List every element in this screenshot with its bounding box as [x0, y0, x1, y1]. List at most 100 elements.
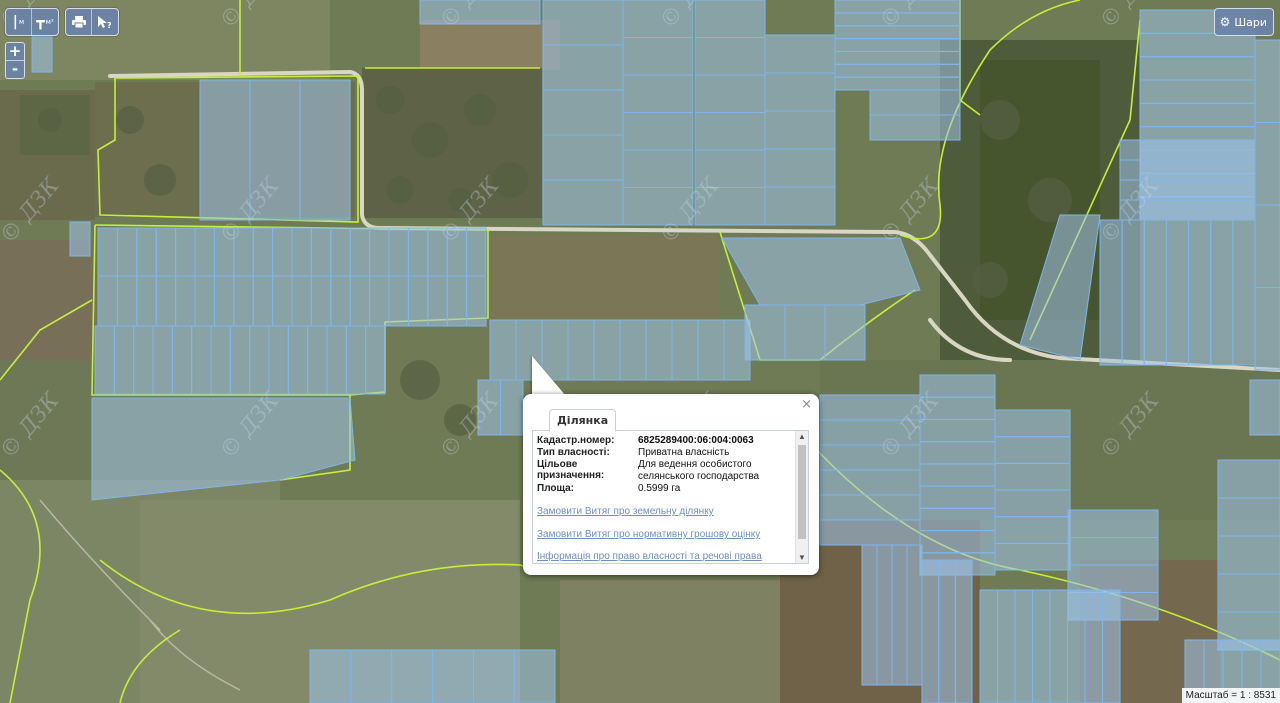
land-parcel[interactable]	[191, 325, 212, 395]
land-parcel[interactable]	[1119, 159, 1256, 181]
land-parcel[interactable]	[819, 494, 921, 521]
land-parcel[interactable]	[229, 325, 251, 395]
land-parcel[interactable]	[1139, 32, 1256, 58]
zoom-out-button[interactable]: -	[6, 60, 24, 78]
zoom-in-button[interactable]: +	[6, 43, 24, 60]
land-parcel[interactable]	[1067, 537, 1159, 566]
land-parcel[interactable]	[876, 544, 893, 686]
land-parcel[interactable]	[834, 50, 961, 65]
land-parcel[interactable]	[291, 275, 312, 327]
land-parcel[interactable]	[97, 227, 118, 277]
land-parcel[interactable]	[1102, 589, 1121, 703]
land-parcel[interactable]	[345, 325, 367, 395]
land-parcel[interactable]	[287, 325, 309, 395]
land-parcel[interactable]	[213, 275, 235, 327]
land-parcel[interactable]	[466, 275, 487, 327]
land-parcel[interactable]	[1254, 204, 1280, 288]
layers-button[interactable]: ⚙ Шари	[1213, 8, 1274, 36]
land-parcel[interactable]	[542, 89, 624, 136]
land-parcel[interactable]	[906, 544, 923, 686]
land-parcel[interactable]	[919, 507, 996, 531]
land-parcel[interactable]	[619, 319, 647, 381]
land-parcel[interactable]	[326, 325, 347, 395]
land-parcel[interactable]	[175, 227, 196, 277]
land-parcel[interactable]	[994, 542, 1071, 571]
order-parcel-extract-link[interactable]: Замовити Витяг про земельну ділянку	[537, 506, 714, 517]
land-parcel[interactable]	[954, 559, 973, 703]
land-parcel[interactable]	[350, 649, 393, 703]
land-parcel[interactable]	[307, 325, 328, 395]
land-parcel[interactable]	[1067, 564, 1159, 593]
land-parcel[interactable]	[155, 227, 177, 277]
scroll-up-icon[interactable]: ▲	[798, 432, 806, 441]
land-parcel[interactable]	[369, 275, 390, 327]
land-parcel[interactable]	[1067, 589, 1086, 703]
land-parcel[interactable]	[1139, 102, 1256, 128]
land-parcel[interactable]	[994, 409, 1071, 438]
land-parcel[interactable]	[622, 112, 694, 151]
land-parcel[interactable]	[330, 275, 351, 327]
land-parcel[interactable]	[113, 325, 135, 395]
land-parcel[interactable]	[938, 559, 956, 703]
land-parcel[interactable]	[199, 79, 251, 221]
land-parcel[interactable]	[622, 74, 694, 113]
land-parcel[interactable]	[194, 275, 215, 327]
land-parcel[interactable]	[1121, 219, 1145, 366]
land-parcel[interactable]	[330, 227, 351, 277]
land-parcel[interactable]	[764, 72, 836, 112]
land-parcel[interactable]	[994, 516, 1071, 544]
land-parcel[interactable]	[1032, 589, 1051, 703]
land-parcel[interactable]	[542, 44, 624, 91]
land-parcel[interactable]	[513, 649, 556, 703]
land-parcel[interactable]	[919, 463, 996, 487]
land-parcel[interactable]	[784, 304, 826, 361]
land-parcel[interactable]	[694, 37, 766, 76]
land-parcel[interactable]	[310, 275, 332, 327]
land-parcel[interactable]	[891, 544, 908, 686]
land-parcel[interactable]	[764, 186, 836, 226]
land-parcel[interactable]	[645, 319, 673, 381]
land-parcel[interactable]	[834, 76, 961, 91]
land-parcel[interactable]	[1217, 459, 1280, 499]
land-parcel[interactable]	[365, 325, 386, 395]
land-parcel[interactable]	[210, 325, 231, 395]
measure-length-button[interactable]: | м	[6, 9, 32, 35]
land-parcel[interactable]	[1119, 139, 1256, 161]
land-parcel[interactable]	[819, 469, 921, 496]
land-parcel[interactable]	[994, 489, 1071, 518]
land-parcel[interactable]	[671, 319, 699, 381]
land-parcel[interactable]	[694, 0, 766, 38]
land-parcel[interactable]	[97, 275, 118, 327]
land-parcel[interactable]	[919, 485, 996, 509]
land-parcel[interactable]	[1139, 79, 1256, 104]
land-parcel[interactable]	[861, 544, 878, 686]
scrollbar-thumb[interactable]	[798, 445, 806, 539]
land-parcel[interactable]	[997, 589, 1016, 703]
cadastral-map[interactable]: © ДЗК © ДЗК © ДЗК © ДЗК © ДЗК © ДЗК© ДЗК © ДЗК…	[0, 0, 1280, 703]
land-parcel[interactable]	[542, 0, 624, 46]
land-parcel[interactable]	[349, 227, 371, 277]
land-parcel[interactable]	[1210, 219, 1234, 366]
land-parcel[interactable]	[171, 325, 193, 395]
land-parcel[interactable]	[921, 559, 940, 703]
land-parcel[interactable]	[1165, 219, 1190, 366]
land-parcel[interactable]	[268, 325, 289, 395]
land-parcel[interactable]	[567, 319, 595, 381]
land-parcel[interactable]	[272, 227, 293, 277]
land-parcel[interactable]	[994, 462, 1071, 491]
land-parcel[interactable]	[407, 275, 429, 327]
popup-close-button[interactable]: ×	[801, 397, 812, 412]
land-parcel[interactable]	[1249, 379, 1280, 436]
land-parcel[interactable]	[369, 227, 390, 277]
scroll-down-icon[interactable]: ▼	[798, 553, 806, 562]
land-parcel[interactable]	[1049, 589, 1068, 703]
land-parcel[interactable]	[697, 319, 725, 381]
land-parcel[interactable]	[1232, 219, 1256, 366]
land-parcel[interactable]	[593, 319, 621, 381]
land-parcel[interactable]	[155, 275, 177, 327]
land-parcel[interactable]	[31, 35, 53, 73]
land-parcel[interactable]	[764, 148, 836, 188]
land-parcel[interactable]	[152, 325, 173, 395]
land-parcel[interactable]	[252, 275, 274, 327]
land-parcel[interactable]	[291, 227, 312, 277]
